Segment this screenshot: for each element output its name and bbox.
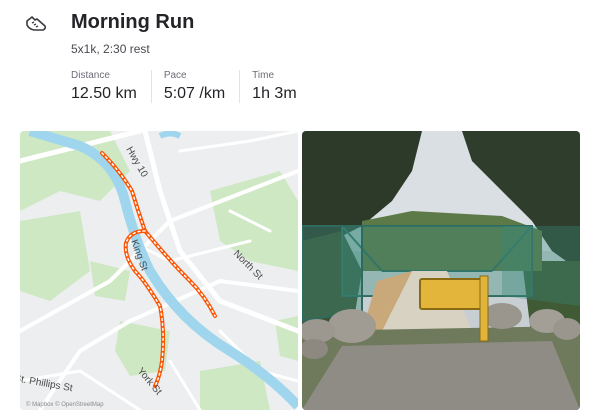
stats-row: Distance 12.50 km Pace 5:07 /km Time 1h … (71, 70, 323, 103)
running-shoe-icon (24, 12, 48, 36)
stat-distance: Distance 12.50 km (71, 70, 152, 103)
stat-distance-label: Distance (71, 70, 110, 81)
stat-time-label: Time (252, 70, 275, 81)
map-copyright: © Mapbox © OpenStreetMap (26, 401, 104, 408)
stat-distance-value: 12.50 km (71, 85, 137, 102)
activity-description: 5x1k, 2:30 rest (71, 42, 150, 56)
stat-time-value: 1h 3m (252, 85, 297, 102)
route-map[interactable]: Hwy 10 King St North St York St St. Phil… (20, 131, 298, 410)
stat-pace: Pace 5:07 /km (163, 70, 241, 103)
stat-time: Time 1h 3m (252, 70, 310, 103)
activity-photo[interactable] (302, 131, 580, 410)
stat-pace-label: Pace (163, 70, 187, 81)
activity-title[interactable]: Morning Run (71, 11, 194, 34)
stat-pace-value: 5:07 /km (163, 85, 226, 102)
